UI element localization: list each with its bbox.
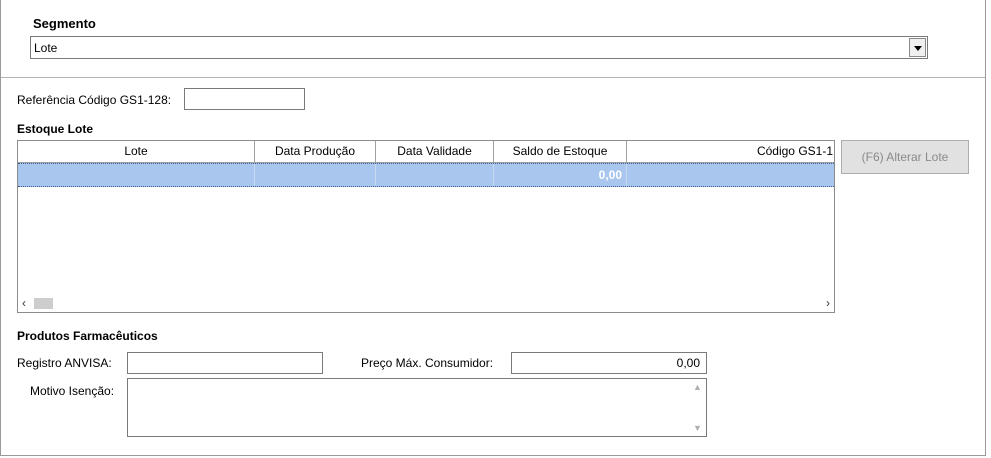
registro-anvisa-input[interactable] [127,352,323,374]
estoque-lote-grid[interactable]: Lote Data Produção Data Validade Saldo d… [17,140,835,313]
segmento-select[interactable]: Lote [30,36,928,59]
scroll-up-icon[interactable]: ▲ [693,382,702,392]
estoque-lote-title: Estoque Lote [17,122,94,136]
preco-max-consumidor-label: Preço Máx. Consumidor: [361,356,494,370]
scroll-down-icon[interactable]: ▼ [693,423,702,433]
column-header-lote[interactable]: Lote [18,141,255,162]
section-divider [1,77,985,78]
column-header-data-validade[interactable]: Data Validade [376,141,494,162]
cell-saldo-estoque: 0,00 [494,164,627,186]
chevron-left-icon[interactable]: ‹ [22,296,26,310]
motivo-isencao-textarea[interactable]: ▲ ▼ [127,378,707,437]
column-header-data-producao[interactable]: Data Produção [255,141,376,162]
motivo-isencao-label: Motivo Isenção: [30,384,115,398]
cell-data-validade [376,164,494,186]
vertical-scrollbar[interactable]: ▲ ▼ [689,379,706,436]
column-header-saldo-estoque[interactable]: Saldo de Estoque [494,141,627,162]
preco-max-consumidor-input[interactable]: 0,00 [511,352,707,374]
grid-header: Lote Data Produção Data Validade Saldo d… [18,141,834,163]
horizontal-scrollbar[interactable]: ‹ › [18,295,834,312]
chevron-right-icon[interactable]: › [826,296,830,310]
column-header-codigo-gs1[interactable]: Código GS1-1 [627,141,834,162]
segmento-title: Segmento [33,16,96,31]
cell-lote [18,164,255,186]
segmento-selected-value: Lote [34,41,58,55]
alterar-lote-button[interactable]: (F6) Alterar Lote [841,140,969,174]
referencia-label: Referência Código GS1-128: [17,93,172,107]
table-row[interactable]: 0,00 [18,163,834,187]
cell-data-producao [255,164,376,186]
cell-codigo-gs1 [627,164,834,186]
referencia-input[interactable] [184,88,305,110]
produtos-farmaceuticos-title: Produtos Farmacêuticos [17,329,158,343]
registro-anvisa-label: Registro ANVISA: [17,356,112,370]
chevron-down-icon[interactable] [909,38,926,57]
scrollbar-thumb[interactable] [34,298,53,309]
